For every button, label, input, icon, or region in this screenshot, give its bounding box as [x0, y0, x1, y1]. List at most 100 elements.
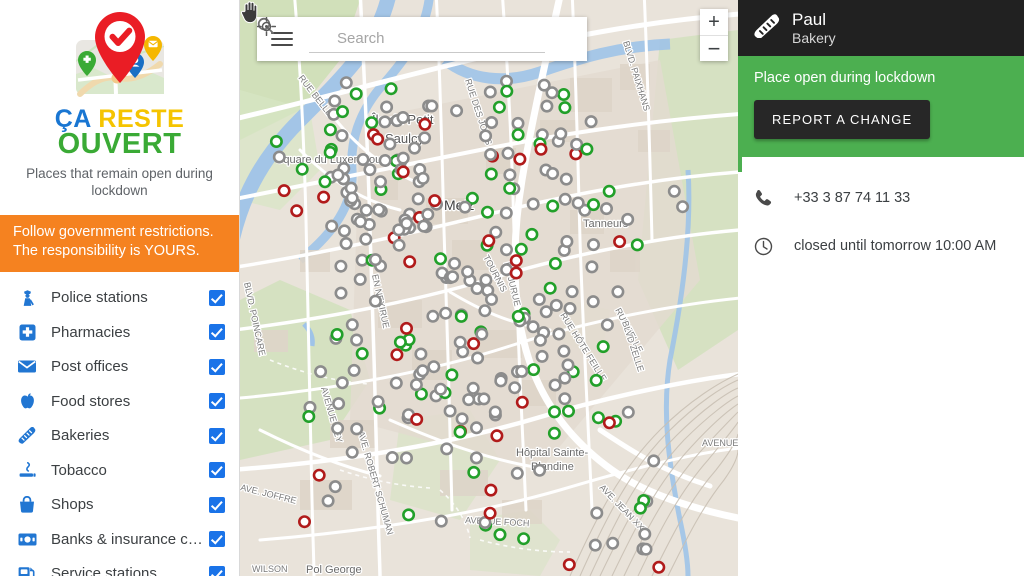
map-poi-marker[interactable] [493, 528, 507, 542]
map-poi-marker[interactable] [332, 397, 346, 411]
map-poi-marker[interactable] [325, 219, 339, 233]
map-poi-marker[interactable] [355, 347, 369, 361]
map-poi-marker[interactable] [621, 212, 635, 226]
map-poi-marker[interactable] [602, 416, 616, 430]
map-poi-marker[interactable] [613, 235, 627, 249]
map-poi-marker[interactable] [396, 165, 410, 179]
map-poi-marker[interactable] [483, 506, 497, 520]
sidebar-item-bakeries[interactable]: Bakeries [0, 419, 239, 454]
map-poi-marker[interactable] [560, 235, 574, 249]
sidebar-item-service-stations[interactable]: Service stations [0, 557, 239, 576]
zoom-in-button[interactable]: + [700, 9, 728, 35]
map-poi-marker[interactable] [561, 358, 575, 372]
map-poi-marker[interactable] [372, 203, 386, 217]
map-poi-marker[interactable] [378, 115, 392, 129]
map-poi-marker[interactable] [533, 463, 547, 477]
sidebar-item-post-offices[interactable]: Post offices [0, 350, 239, 385]
map-poi-marker[interactable] [526, 320, 540, 334]
map-poi-marker[interactable] [481, 205, 495, 219]
map-poi-marker[interactable] [356, 153, 370, 167]
map-poi-marker[interactable] [547, 426, 561, 440]
map-poi-marker[interactable] [334, 259, 348, 273]
map-poi-marker[interactable] [339, 237, 353, 251]
sidebar-item-shops[interactable]: Shops [0, 488, 239, 523]
map-poi-marker[interactable] [630, 238, 644, 252]
map-poi-marker[interactable] [546, 167, 560, 181]
map-poi-marker[interactable] [580, 142, 594, 156]
map-poi-marker[interactable] [475, 327, 489, 341]
map-poi-marker[interactable] [453, 425, 467, 439]
sidebar-item-food-stores[interactable]: Food stores [0, 384, 239, 419]
map-poi-marker[interactable] [548, 256, 562, 270]
map-poi-marker[interactable] [515, 395, 529, 409]
map-poi-marker[interactable] [534, 142, 548, 156]
map-poi-marker[interactable] [323, 145, 337, 159]
map-poi-marker[interactable] [525, 227, 539, 241]
map-poi-marker[interactable] [317, 190, 331, 204]
map-poi-marker[interactable] [586, 198, 600, 212]
sidebar-item-banks-insurance[interactable]: Banks & insurance com... [0, 522, 239, 557]
map-poi-marker[interactable] [345, 318, 359, 332]
map-poi-marker[interactable] [389, 376, 403, 390]
map-poi-marker[interactable] [297, 515, 311, 529]
map-poi-marker[interactable] [328, 94, 342, 108]
category-checkbox[interactable] [209, 358, 225, 375]
map-poi-marker[interactable] [467, 465, 481, 479]
map-poi-marker[interactable] [535, 349, 549, 363]
map-poi-markers[interactable] [240, 0, 738, 576]
map-poi-marker[interactable] [549, 298, 563, 312]
map-poi-marker[interactable] [547, 405, 561, 419]
map-poi-marker[interactable] [539, 305, 553, 319]
map-poi-marker[interactable] [488, 405, 502, 419]
map-poi-marker[interactable] [272, 150, 286, 164]
map-poi-marker[interactable] [335, 376, 349, 390]
map-poi-marker[interactable] [410, 412, 424, 426]
map-poi-marker[interactable] [599, 202, 613, 216]
map-poi-marker[interactable] [470, 281, 484, 295]
map-poi-marker[interactable] [277, 184, 291, 198]
map-poi-marker[interactable] [434, 382, 448, 396]
map-zoom-controls[interactable]: + − [700, 9, 728, 61]
map-poi-marker[interactable] [462, 393, 476, 407]
map-poi-marker[interactable] [565, 285, 579, 299]
map-poi-marker[interactable] [558, 392, 572, 406]
map-poi-marker[interactable] [450, 104, 464, 118]
map-poi-marker[interactable] [290, 204, 304, 218]
map-poi-marker[interactable] [501, 146, 515, 160]
map-poi-marker[interactable] [571, 196, 585, 210]
map-poi-marker[interactable] [586, 238, 600, 252]
map-poi-marker[interactable] [330, 327, 344, 341]
map-poi-marker[interactable] [454, 309, 468, 323]
map-poi-marker[interactable] [543, 281, 557, 295]
map-poi-marker[interactable] [540, 99, 554, 113]
map-poi-marker[interactable] [400, 216, 414, 230]
map-poi-marker[interactable] [557, 344, 571, 358]
zoom-out-button[interactable]: − [700, 35, 728, 61]
map-poi-marker[interactable] [483, 85, 497, 99]
map-poi-marker[interactable] [471, 351, 485, 365]
map-poi-marker[interactable] [492, 100, 506, 114]
map-poi-marker[interactable] [558, 192, 572, 206]
map-poi-marker[interactable] [517, 532, 531, 546]
map-poi-marker[interactable] [350, 422, 364, 436]
map-poi-marker[interactable] [408, 141, 422, 155]
map-poi-marker[interactable] [434, 252, 448, 266]
map-poi-marker[interactable] [511, 309, 525, 323]
map-poi-marker[interactable] [321, 494, 335, 508]
report-a-change-button[interactable]: REPORT A CHANGE [754, 100, 931, 139]
map-poi-marker[interactable] [374, 175, 388, 189]
map-poi-marker[interactable] [337, 224, 351, 238]
map-poi-marker[interactable] [611, 285, 625, 299]
map-poi-marker[interactable] [371, 132, 385, 146]
map-poi-marker[interactable] [368, 253, 382, 267]
map-poi-marker[interactable] [514, 242, 528, 256]
map-poi-marker[interactable] [426, 309, 440, 323]
map-poi-marker[interactable] [359, 203, 373, 217]
map-poi-marker[interactable] [417, 219, 431, 233]
map-poi-marker[interactable] [527, 363, 541, 377]
map-poi-marker[interactable] [589, 373, 603, 387]
map-poi-marker[interactable] [484, 167, 498, 181]
map-poi-marker[interactable] [384, 82, 398, 96]
map-poi-marker[interactable] [478, 304, 492, 318]
map-poi-marker[interactable] [336, 105, 350, 119]
